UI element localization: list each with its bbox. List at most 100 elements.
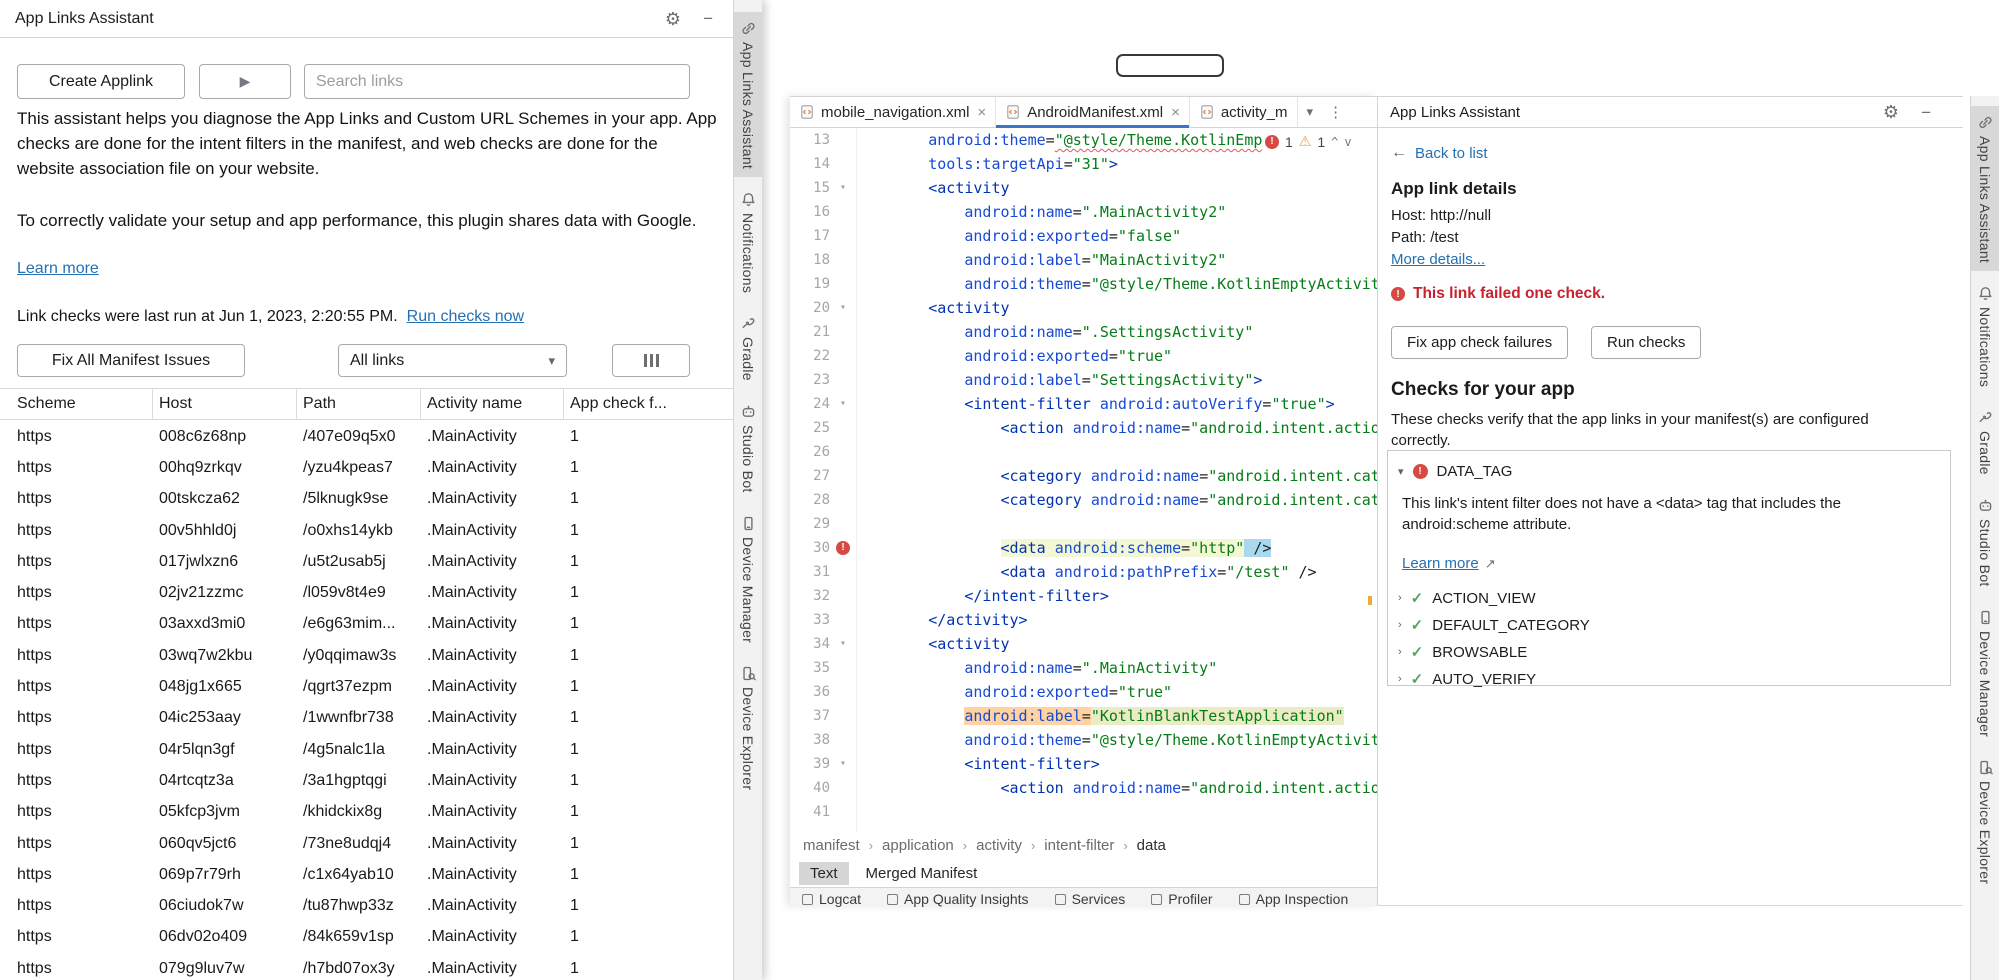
code-line[interactable]: 41	[790, 800, 1377, 824]
editor-options-icon[interactable]: ⋮	[1328, 103, 1343, 121]
table-row[interactable]: https04rtcqtz3a/3a1hgptqgi.MainActivity1	[0, 765, 733, 796]
table-row[interactable]: https03axxd3mi0/e6g63mim....MainActivity…	[0, 609, 733, 640]
bottom-bar-item-app-quality-insights[interactable]: App Quality Insights	[887, 891, 1029, 907]
column-header-host[interactable]: Host	[159, 389, 303, 419]
code-line[interactable]: 18 android:label="MainActivity2"	[790, 248, 1377, 272]
code-line[interactable]: 31 <data android:pathPrefix="/test" />	[790, 560, 1377, 584]
code-line[interactable]: 37 android:label="KotlinBlankTestApplica…	[790, 704, 1377, 728]
run-button[interactable]: ▶	[199, 64, 291, 99]
bottom-bar-item-logcat[interactable]: Logcat	[802, 891, 861, 907]
code-line[interactable]: 16 android:name=".MainActivity2"	[790, 200, 1377, 224]
table-row[interactable]: https06dv02o409/84k659v1sp.MainActivity1	[0, 922, 733, 953]
table-row[interactable]: https05kfcp3jvm/khidckix8g.MainActivity1	[0, 797, 733, 828]
fold-icon[interactable]: ▾	[840, 632, 846, 656]
chevron-right-icon[interactable]: ›	[1398, 619, 1402, 631]
code-line[interactable]: 21 android:name=".SettingsActivity"	[790, 320, 1377, 344]
breadcrumb-item-intent-filter[interactable]: intent-filter	[1044, 837, 1114, 854]
table-row[interactable]: https00v5hhld0j/o0xhs14ykb.MainActivity1	[0, 515, 733, 546]
code-line[interactable]: 40 <action android:name="android.intent.…	[790, 776, 1377, 800]
breadcrumb-item-manifest[interactable]: manifest	[803, 837, 860, 854]
bottom-bar-item-services[interactable]: Services	[1055, 891, 1126, 907]
columns-button[interactable]	[612, 344, 690, 377]
code-line[interactable]: 24▾ <intent-filter android:autoVerify="t…	[790, 392, 1377, 416]
bottom-bar-item-profiler[interactable]: Profiler	[1151, 891, 1212, 907]
close-icon[interactable]: ×	[977, 104, 986, 121]
code-line[interactable]: 38 android:theme="@style/Theme.KotlinEmp…	[790, 728, 1377, 752]
table-row[interactable]: https079g9luv7w/h7bd07ox3y.MainActivity1	[0, 953, 733, 980]
learn-more-link[interactable]: Learn more	[17, 260, 99, 278]
run-checks-button[interactable]: Run checks	[1591, 326, 1701, 359]
table-row[interactable]: https060qv5jct6/73ne8udqj4.MainActivity1	[0, 828, 733, 859]
next-issue-icon[interactable]: v	[1344, 135, 1351, 149]
breadcrumb-item-application[interactable]: application	[882, 837, 954, 854]
view-tab-merged-manifest[interactable]: Merged Manifest	[855, 862, 989, 885]
breadcrumb-item-data[interactable]: data	[1137, 837, 1166, 854]
tool-strip-item-app-links-assistant[interactable]: App Links Assistant	[734, 12, 762, 177]
code-line[interactable]: 35 android:name=".MainActivity"	[790, 656, 1377, 680]
create-applink-button[interactable]: Create Applink	[17, 64, 185, 99]
failed-check-row[interactable]: ▾ ! DATA_TAG	[1398, 463, 1512, 480]
fold-icon[interactable]: ▾	[840, 752, 846, 776]
code-line[interactable]: 34▾ <activity	[790, 632, 1377, 656]
chevron-down-icon[interactable]: ▾	[1398, 465, 1404, 478]
error-stripe-mark[interactable]	[1368, 596, 1372, 605]
column-header-app-check-f[interactable]: App check f...	[570, 389, 733, 419]
code-line[interactable]: 29	[790, 512, 1377, 536]
table-row[interactable]: https017jwlxzn6/u5t2usab5j.MainActivity1	[0, 546, 733, 577]
code-line[interactable]: 27 <category android:name="android.inten…	[790, 464, 1377, 488]
tool-strip-item-app-links-assistant[interactable]: App Links Assistant	[1971, 106, 1999, 271]
passed-check-auto-verify[interactable]: ›✓AUTO_VERIFY	[1398, 670, 1536, 688]
tool-strip-item-notifications[interactable]: Notifications	[1971, 277, 1999, 395]
tab-list-chevron-icon[interactable]: ▾	[1307, 104, 1314, 120]
code-line[interactable]: 25 <action android:name="android.intent.…	[790, 416, 1377, 440]
table-row[interactable]: https048jg1x665/qgrt37ezpm.MainActivity1	[0, 671, 733, 702]
back-to-list-link[interactable]: Back to list	[1415, 145, 1488, 162]
code-line[interactable]: 23 android:label="SettingsActivity">	[790, 368, 1377, 392]
search-links-input[interactable]	[304, 64, 690, 99]
code-line[interactable]: 33 </activity>	[790, 608, 1377, 632]
table-row[interactable]: https008c6z68np/407e09q5x0.MainActivity1	[0, 421, 733, 452]
prev-issue-icon[interactable]: ^	[1331, 135, 1338, 149]
code-line[interactable]: 17 android:exported="false"	[790, 224, 1377, 248]
bottom-bar-item-app-inspection[interactable]: App Inspection	[1239, 891, 1349, 907]
passed-check-default-category[interactable]: ›✓DEFAULT_CATEGORY	[1398, 616, 1590, 634]
fold-icon[interactable]: ▾	[840, 296, 846, 320]
links-filter-dropdown[interactable]: All links ▾	[338, 344, 567, 377]
table-row[interactable]: https02jv21zzmc/l059v8t4e9.MainActivity1	[0, 577, 733, 608]
tool-strip-item-gradle[interactable]: Gradle	[734, 307, 762, 389]
code-line[interactable]: 28 <category android:name="android.inten…	[790, 488, 1377, 512]
code-line[interactable]: 22 android:exported="true"	[790, 344, 1377, 368]
breadcrumb-item-activity[interactable]: activity	[976, 837, 1022, 854]
editor-tab-mobile-navigation-xml[interactable]: mobile_navigation.xml×	[790, 97, 996, 127]
fold-icon[interactable]: ▾	[840, 392, 846, 416]
close-icon[interactable]: ×	[1171, 104, 1180, 121]
chevron-right-icon[interactable]: ›	[1398, 646, 1402, 658]
passed-check-browsable[interactable]: ›✓BROWSABLE	[1398, 643, 1527, 661]
tool-strip-item-device-explorer[interactable]: Device Explorer	[1971, 751, 1999, 892]
view-tab-text[interactable]: Text	[799, 862, 849, 885]
fold-icon[interactable]: ▾	[840, 176, 846, 200]
tool-strip-item-studio-bot[interactable]: Studio Bot	[1971, 489, 1999, 595]
tool-strip-item-notifications[interactable]: Notifications	[734, 183, 762, 301]
table-row[interactable]: https04r5lqn3gf/4g5nalc1la.MainActivity1	[0, 734, 733, 765]
table-row[interactable]: https00tskcza62/5lknugk9se.MainActivity1	[0, 484, 733, 515]
code-line[interactable]: 30! <data android:scheme="http" />	[790, 536, 1377, 560]
chevron-right-icon[interactable]: ›	[1398, 592, 1402, 604]
learn-more-link[interactable]: Learn more	[1402, 555, 1479, 572]
column-header-path[interactable]: Path	[303, 389, 427, 419]
fix-app-check-failures-button[interactable]: Fix app check failures	[1391, 326, 1568, 359]
chevron-right-icon[interactable]: ›	[1398, 673, 1402, 685]
code-editor[interactable]: 13 android:theme="@style/Theme.KotlinEmp…	[790, 128, 1377, 832]
table-row[interactable]: https03wq7w2kbu/y0qqimaw3s.MainActivity1	[0, 640, 733, 671]
more-details-link[interactable]: More details...	[1391, 251, 1485, 268]
tool-strip-item-gradle[interactable]: Gradle	[1971, 401, 1999, 483]
code-line[interactable]: 20▾ <activity	[790, 296, 1377, 320]
code-line[interactable]: 15▾ <activity	[790, 176, 1377, 200]
run-checks-now-link[interactable]: Run checks now	[407, 308, 524, 326]
column-header-activity-name[interactable]: Activity name	[427, 389, 570, 419]
table-row[interactable]: https00hq9zrkqv/yzu4kpeas7.MainActivity1	[0, 452, 733, 483]
code-line[interactable]: 36 android:exported="true"	[790, 680, 1377, 704]
tool-strip-item-device-manager[interactable]: Device Manager	[1971, 601, 1999, 745]
code-line[interactable]: 19 android:theme="@style/Theme.KotlinEmp…	[790, 272, 1377, 296]
code-line[interactable]: 32 </intent-filter>	[790, 584, 1377, 608]
